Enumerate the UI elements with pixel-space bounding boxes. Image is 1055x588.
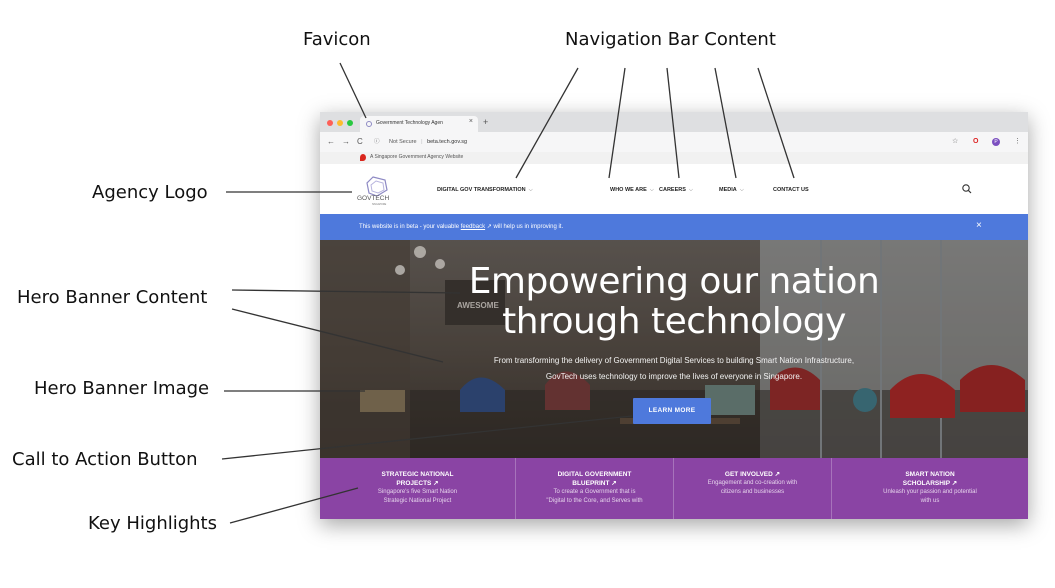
highlight-description: Engagement and co-creation with citizens …: [674, 479, 831, 497]
highlight-description: Unleash your passion and potential with u…: [832, 488, 1028, 506]
site-navigation: GOVTECH SINGAPORE DIGITAL GOV TRANSFORMA…: [320, 164, 1028, 214]
highlight-title-line: BLUEPRINT ↗: [572, 480, 617, 487]
feedback-link[interactable]: feedback: [461, 224, 485, 230]
hero-title-line: Empowering our nation: [468, 261, 880, 302]
highlight-description: Singapore's five Smart Nation Strategic N…: [320, 488, 515, 506]
key-highlights: STRATEGIC NATIONAL PROJECTS ↗ Singapore's…: [320, 458, 1028, 519]
chevron-down-icon: ⌵: [739, 187, 744, 193]
reload-button[interactable]: C: [357, 137, 363, 147]
highlight-desc-line: Unleash your passion and potential: [883, 489, 977, 495]
leader-favicon: [339, 62, 367, 119]
gov-masthead-text: A Singapore Government Agency Website: [370, 154, 464, 160]
highlight-desc-line: citizens and businesses: [720, 489, 785, 495]
browser-menu-icon[interactable]: ⋮: [1014, 137, 1021, 146]
nav-label: DIGITAL GOV TRANSFORMATION: [437, 187, 526, 193]
hero-title-line: through technology: [502, 301, 846, 342]
logo-mark-icon: GOVTECH SINGAPORE: [357, 176, 389, 206]
info-icon[interactable]: ⓘ: [374, 139, 380, 145]
highlight-desc-line: Strategic National Project: [383, 498, 452, 504]
govtech-logo[interactable]: GOVTECH SINGAPORE: [357, 176, 393, 206]
beta-notice: This website is in beta - your valuable …: [320, 214, 1028, 240]
beta-text-before: This website is in beta - your valuable: [359, 224, 461, 230]
hero-title: Empowering our nation through technology: [440, 262, 908, 342]
highlight-strategic-national-projects[interactable]: STRATEGIC NATIONAL PROJECTS ↗ Singapore's…: [320, 458, 516, 519]
nav-label: WHO WE ARE: [610, 187, 647, 193]
highlight-title-line: PROJECTS ↗: [396, 480, 439, 487]
beta-text-after: ↗ will help us in improving it.: [485, 224, 564, 230]
hero-subtitle-line: From transforming the delivery of Govern…: [493, 356, 855, 365]
nav-label: MEDIA: [719, 187, 737, 193]
nav-who-we-are[interactable]: WHO WE ARE ⌵: [610, 187, 654, 194]
highlight-title: DIGITAL GOVERNMENT BLUEPRINT ↗: [516, 470, 673, 488]
callout-key-highlights: Key Highlights: [88, 513, 217, 534]
opera-extension-icon[interactable]: O: [973, 137, 978, 146]
close-icon[interactable]: ×: [976, 220, 982, 232]
hero-subtitle-line: GovTech uses technology to improve the l…: [545, 372, 803, 381]
logo-subtext: SINGAPORE: [372, 203, 387, 206]
tab-title: Government Technology Agen: [376, 120, 443, 126]
url-separator: |: [421, 139, 423, 145]
highlight-title-line: SCHOLARSHIP ↗: [902, 480, 958, 487]
highlight-smart-nation-scholarship[interactable]: SMART NATION SCHOLARSHIP ↗ Unleash your p…: [832, 458, 1028, 519]
gov-masthead: A Singapore Government Agency Website: [320, 152, 1028, 164]
highlight-desc-line: "Digital to the Core, and Serves with: [546, 498, 643, 504]
highlight-title-line: SMART NATION: [905, 471, 955, 478]
back-button[interactable]: ←: [327, 137, 335, 147]
hero-banner: AWESOME Empowering our nation through te…: [320, 240, 1028, 458]
url-text: beta.tech.gov.sg: [427, 139, 468, 145]
highlight-title-line: GET INVOLVED ↗: [724, 471, 781, 478]
chevron-down-icon: ⌵: [649, 187, 654, 193]
highlight-desc-line: To create a Government that is: [553, 489, 636, 495]
callout-navigation-bar-content: Navigation Bar Content: [565, 29, 776, 50]
callout-call-to-action-button: Call to Action Button: [12, 449, 198, 470]
address-bar[interactable]: ⓘ Not Secure | beta.tech.gov.sg: [374, 136, 944, 149]
nav-media[interactable]: MEDIA ⌵: [719, 187, 744, 194]
logo-text: GOVTECH: [357, 195, 389, 202]
favicon-icon: [366, 121, 372, 127]
hero-subtitle: From transforming the delivery of Govern…: [424, 353, 924, 385]
chevron-down-icon: ⌵: [688, 187, 694, 193]
beta-notice-text: This website is in beta - your valuable …: [359, 223, 563, 230]
nav-label: CAREERS: [659, 187, 686, 193]
highlight-desc-line: Engagement and co-creation with: [707, 480, 798, 486]
security-label: Not Secure: [389, 139, 417, 145]
highlight-get-involved[interactable]: GET INVOLVED ↗ Engagement and co-creatio…: [674, 458, 832, 519]
bookmark-star-icon[interactable]: ☆: [952, 137, 958, 146]
highlight-title: GET INVOLVED ↗: [674, 470, 831, 479]
highlight-title: SMART NATION SCHOLARSHIP ↗: [832, 470, 1028, 488]
nav-careers[interactable]: CAREERS ⌵: [659, 187, 693, 194]
learn-more-button[interactable]: LEARN MORE: [633, 398, 711, 424]
nav-contact-us[interactable]: CONTACT US: [773, 187, 809, 193]
browser-window: Government Technology Agen × + ← → C ⓘ N…: [320, 112, 1028, 519]
callout-hero-banner-content: Hero Banner Content: [17, 287, 208, 308]
highlight-digital-government-blueprint[interactable]: DIGITAL GOVERNMENT BLUEPRINT ↗ To create …: [516, 458, 674, 519]
nav-digital-gov-transformation[interactable]: DIGITAL GOV TRANSFORMATION ⌵: [437, 187, 533, 194]
highlight-title-line: STRATEGIC NATIONAL: [381, 471, 454, 478]
callout-favicon: Favicon: [303, 29, 371, 50]
highlight-desc-line: Singapore's five Smart Nation: [377, 489, 458, 495]
tab-govtech[interactable]: Government Technology Agen ×: [360, 116, 478, 132]
highlight-title: STRATEGIC NATIONAL PROJECTS ↗: [320, 470, 515, 488]
window-close-button[interactable]: [327, 120, 333, 126]
forward-button[interactable]: →: [342, 137, 350, 147]
highlight-desc-line: with us: [920, 498, 940, 504]
search-icon[interactable]: [961, 183, 973, 195]
profile-avatar[interactable]: P: [992, 138, 1000, 146]
highlight-title-line: DIGITAL GOVERNMENT: [557, 471, 632, 478]
highlight-description: To create a Government that is "Digital t…: [516, 488, 673, 506]
callout-hero-banner-image: Hero Banner Image: [34, 378, 210, 399]
window-zoom-button[interactable]: [347, 120, 353, 126]
window-minimize-button[interactable]: [337, 120, 343, 126]
callout-agency-logo: Agency Logo: [92, 182, 208, 203]
tab-close-icon[interactable]: ×: [469, 118, 473, 125]
chevron-down-icon: ⌵: [528, 187, 533, 193]
nav-label: CONTACT US: [773, 187, 809, 193]
tab-bar: Government Technology Agen × +: [320, 112, 1028, 132]
address-bar-row: ← → C ⓘ Not Secure | beta.tech.gov.sg ☆ …: [320, 132, 1028, 152]
lion-head-icon: [360, 154, 366, 161]
new-tab-button[interactable]: +: [483, 117, 488, 127]
